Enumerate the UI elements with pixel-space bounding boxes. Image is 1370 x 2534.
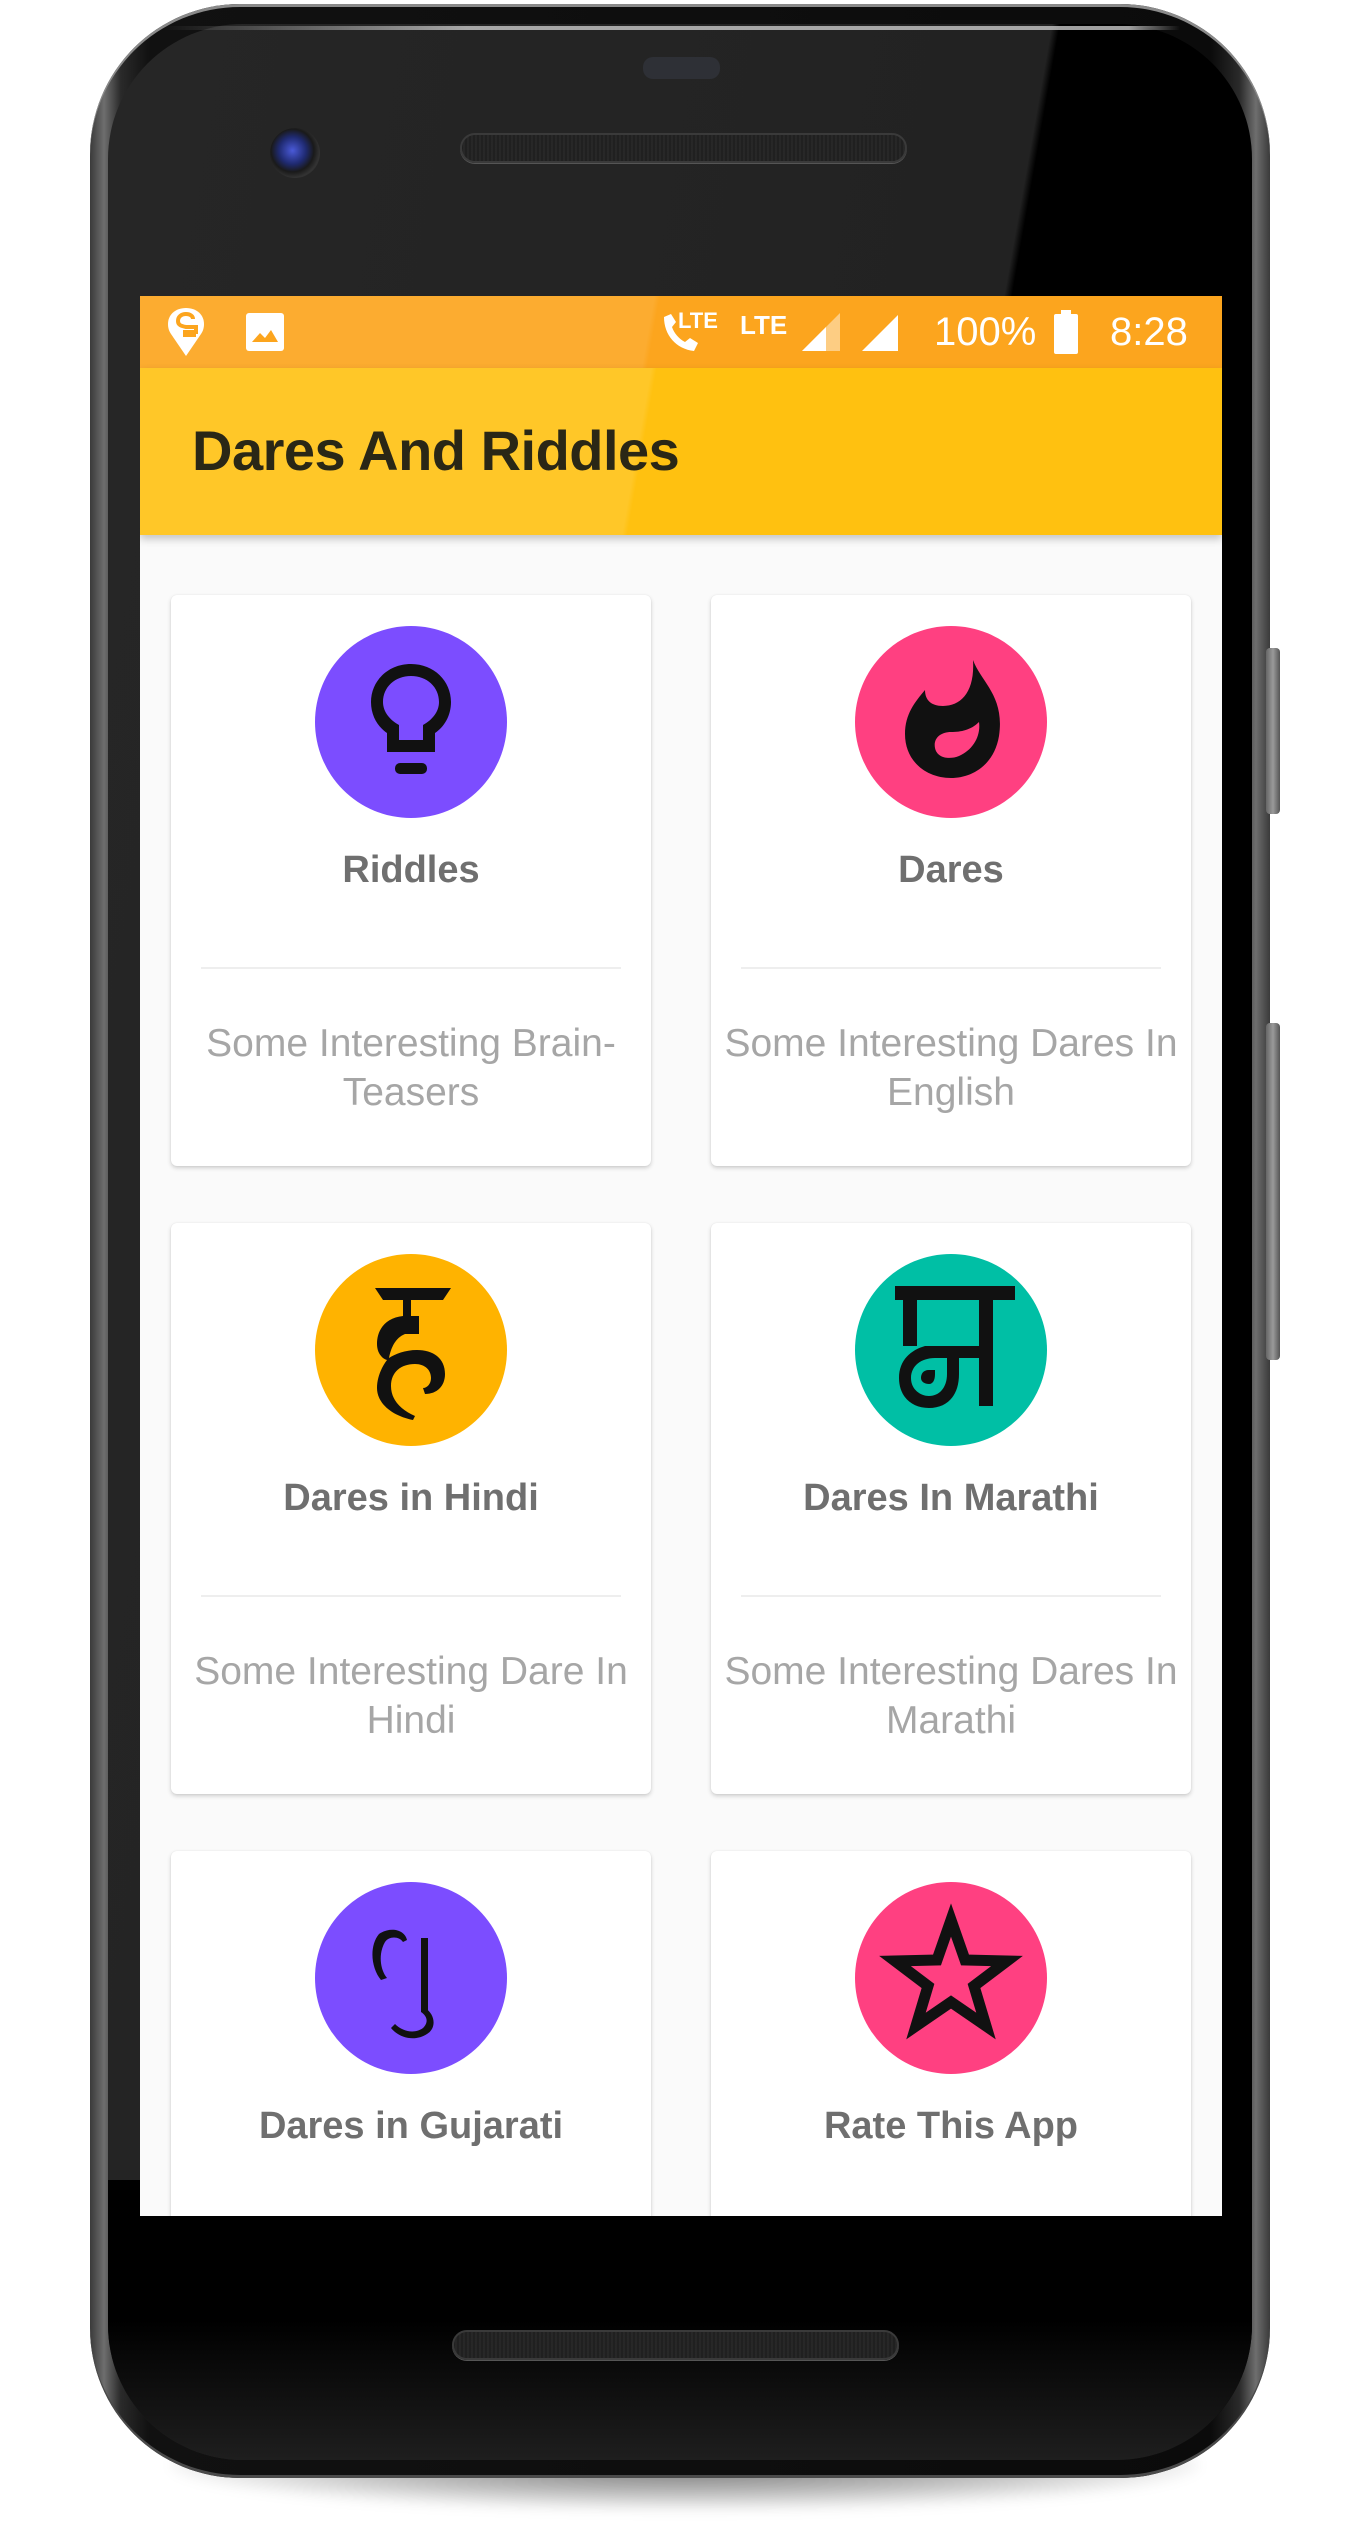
signal-strength-icon-1 (800, 296, 842, 368)
card-divider (201, 1595, 621, 1597)
card-divider (741, 967, 1161, 969)
card-title: Dares in Gujarati (258, 2105, 564, 2147)
card-dares-in-gujarati[interactable]: Dares in Gujarati (171, 1851, 651, 2216)
signal-strength-icon-2 (860, 296, 900, 368)
hindi-letter-ha-icon (315, 1254, 507, 1446)
lightbulb-icon (315, 626, 507, 818)
card-rate-this-app[interactable]: Rate This App (711, 1851, 1191, 2216)
card-description: Some Interesting Dare In Hindi (194, 1650, 628, 1742)
marathi-letter-ma-icon (855, 1254, 1047, 1446)
gujarati-letter-gu-icon (315, 1882, 507, 2074)
card-title: Dares (898, 849, 1004, 891)
card-title: Riddles (342, 849, 480, 891)
clock: 8:28 (1110, 309, 1188, 354)
flame-icon (855, 626, 1047, 818)
battery-icon (1053, 296, 1079, 368)
card-dares-in-hindi[interactable]: Dares in Hindi Some Interesting Dare In … (171, 1223, 651, 1794)
category-grid: Riddles Some Interesting Brain-Teasers D… (171, 595, 1191, 2216)
phone-top-rim (160, 26, 1180, 30)
earpiece-speaker (460, 133, 907, 163)
card-divider (741, 1595, 1161, 1597)
card-dares-in-marathi[interactable]: Dares In Marathi Some Interesting Dares … (711, 1223, 1191, 1794)
card-riddles[interactable]: Riddles Some Interesting Brain-Teasers (171, 595, 651, 1166)
volte-call-icon: LTE (660, 296, 718, 368)
card-title: Dares in Hindi (283, 1477, 539, 1519)
app-bar: Dares And Riddles (140, 368, 1222, 535)
status-bar: LTE LTE 100% 8:28 (140, 296, 1222, 368)
battery-percentage: 100% (934, 309, 1037, 354)
card-description: Some Interesting Dares In Marathi (724, 1650, 1178, 1742)
star-icon (855, 1882, 1047, 2074)
card-title: Rate This App (823, 2105, 1079, 2147)
phone-screen: LTE LTE 100% 8:28 Dares And Riddles Ridd… (140, 296, 1222, 2216)
card-description: Some Interesting Dares In English (724, 1022, 1178, 1114)
network-type-label: LTE (740, 309, 788, 340)
power-button[interactable] (1266, 648, 1280, 814)
swiggy-notification-icon (166, 296, 206, 368)
card-dares[interactable]: Dares Some Interesting Dares In English (711, 595, 1191, 1166)
card-title: Dares In Marathi (803, 1477, 1099, 1519)
bottom-speaker (452, 2330, 899, 2360)
volume-button[interactable] (1266, 1023, 1280, 1360)
proximity-sensor (643, 57, 720, 79)
app-title: Dares And Riddles (192, 419, 680, 482)
card-description: Some Interesting Brain-Teasers (206, 1022, 616, 1114)
image-notification-icon (245, 296, 285, 368)
card-divider (201, 967, 621, 969)
front-camera-icon (270, 128, 320, 178)
